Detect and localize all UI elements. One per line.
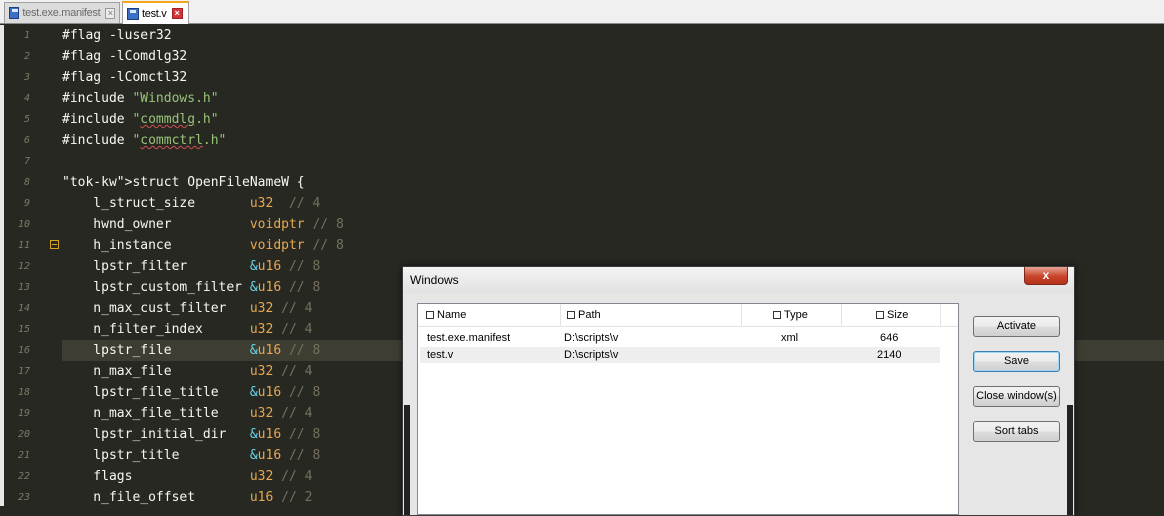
line-number: 4 bbox=[23, 93, 30, 104]
code-line[interactable]: 6 #include "commctrl.h" bbox=[4, 130, 1164, 151]
line-number: 3 bbox=[23, 72, 30, 83]
code-text: #flag -lComctl32 bbox=[62, 70, 188, 85]
list-item[interactable]: test.exe.manifest D:\scripts\v xml 646 bbox=[420, 330, 940, 346]
line-number: 23 bbox=[17, 492, 30, 503]
file-size: 646 bbox=[880, 332, 899, 344]
list-item[interactable]: test.v D:\scripts\v 2140 bbox=[420, 347, 940, 363]
file-size: 2140 bbox=[877, 349, 902, 361]
line-number: 14 bbox=[17, 303, 30, 314]
column-header-type[interactable]: Type bbox=[742, 304, 842, 326]
line-number: 7 bbox=[23, 156, 30, 167]
code-line[interactable]: 7 bbox=[4, 151, 1164, 172]
code-line[interactable]: 2 #flag -lComdlg32 bbox=[4, 46, 1164, 67]
fold-marker-icon[interactable] bbox=[50, 240, 59, 249]
code-text: "tok-kw">struct OpenFileNameW { bbox=[62, 175, 305, 190]
code-line[interactable]: 10 hwnd_owner voidptr // 8 bbox=[4, 214, 1164, 235]
list-header: Name Path Type Size bbox=[418, 304, 958, 327]
close-icon: x bbox=[1042, 268, 1050, 282]
code-line[interactable]: 9 l_struct_size u32 // 4 bbox=[4, 193, 1164, 214]
line-number: 16 bbox=[17, 345, 30, 356]
line-number: 17 bbox=[17, 366, 30, 377]
code-text: #flag -luser32 bbox=[62, 28, 172, 43]
floppy-disk-icon bbox=[9, 7, 20, 19]
column-header-size[interactable]: Size bbox=[842, 304, 941, 326]
tab-test-v[interactable]: test.v × bbox=[122, 1, 189, 24]
line-number: 8 bbox=[23, 177, 30, 188]
column-header-name[interactable]: Name bbox=[426, 304, 561, 326]
line-number: 12 bbox=[17, 261, 30, 272]
close-windows-button[interactable]: Close window(s) bbox=[973, 386, 1060, 407]
file-type: xml bbox=[781, 332, 799, 344]
close-tab-icon[interactable]: × bbox=[171, 8, 183, 19]
code-line[interactable]: 3 #flag -lComctl32 bbox=[4, 67, 1164, 88]
code-text: hwnd_owner voidptr // 8 bbox=[62, 217, 344, 232]
code-text: #include "commdlg.h" bbox=[62, 112, 219, 127]
line-number: 9 bbox=[23, 198, 30, 209]
line-number: 22 bbox=[17, 471, 30, 482]
floppy-disk-icon bbox=[127, 7, 139, 20]
windows-list[interactable]: Name Path Type Size test.exe.manifest D:… bbox=[417, 303, 959, 515]
windows-dialog: Windows x Name Path Type Size test.exe.m… bbox=[402, 266, 1075, 516]
code-line[interactable]: 1 #flag -luser32 bbox=[4, 25, 1164, 46]
line-number: 18 bbox=[17, 387, 30, 398]
tab-label: test.v bbox=[142, 7, 167, 20]
line-number: 1 bbox=[23, 30, 30, 41]
line-number: 11 bbox=[17, 240, 30, 251]
tab-label: test.exe.manifest bbox=[22, 7, 101, 19]
checkbox-icon[interactable] bbox=[426, 311, 434, 319]
column-header-path[interactable]: Path bbox=[561, 304, 742, 326]
file-path: D:\scripts\v bbox=[564, 349, 619, 361]
code-text: #flag -lComdlg32 bbox=[62, 49, 188, 64]
code-text: #include "commctrl.h" bbox=[62, 133, 227, 148]
code-line[interactable]: 5 #include "commdlg.h" bbox=[4, 109, 1164, 130]
tab-bar: test.exe.manifest × test.v × bbox=[0, 0, 1164, 24]
line-number: 6 bbox=[23, 135, 30, 146]
checkbox-icon[interactable] bbox=[567, 311, 575, 319]
line-number: 5 bbox=[23, 114, 30, 125]
dialog-frame-edge bbox=[1067, 405, 1073, 515]
code-text: #include "Windows.h" bbox=[62, 91, 219, 106]
line-number: 2 bbox=[23, 51, 30, 62]
checkbox-icon[interactable] bbox=[876, 311, 884, 319]
line-number: 10 bbox=[17, 219, 30, 230]
dialog-close-button[interactable]: x bbox=[1024, 267, 1068, 285]
sort-tabs-button[interactable]: Sort tabs bbox=[973, 421, 1060, 442]
line-number: 13 bbox=[17, 282, 30, 293]
code-text: l_struct_size u32 // 4 bbox=[62, 196, 321, 211]
activate-button[interactable]: Activate bbox=[973, 316, 1060, 337]
code-line[interactable]: 8 "tok-kw">struct OpenFileNameW { bbox=[4, 172, 1164, 193]
line-number: 15 bbox=[17, 324, 30, 335]
line-number: 20 bbox=[17, 429, 30, 440]
file-name: test.exe.manifest bbox=[427, 332, 511, 344]
close-tab-icon[interactable]: × bbox=[105, 7, 115, 19]
code-line[interactable]: 11 h_instance voidptr // 8 bbox=[4, 235, 1164, 256]
tab-test-exe-manifest[interactable]: test.exe.manifest × bbox=[4, 2, 120, 23]
save-button[interactable]: Save bbox=[973, 351, 1060, 372]
checkbox-icon[interactable] bbox=[773, 311, 781, 319]
dialog-title: Windows bbox=[403, 267, 1074, 293]
file-path: D:\scripts\v bbox=[564, 332, 619, 344]
code-text: h_instance voidptr // 8 bbox=[62, 238, 344, 253]
dialog-frame-edge bbox=[404, 405, 410, 515]
line-number: 21 bbox=[17, 450, 30, 461]
line-number: 19 bbox=[17, 408, 30, 419]
file-name: test.v bbox=[427, 349, 454, 361]
code-line[interactable]: 4 #include "Windows.h" bbox=[4, 88, 1164, 109]
